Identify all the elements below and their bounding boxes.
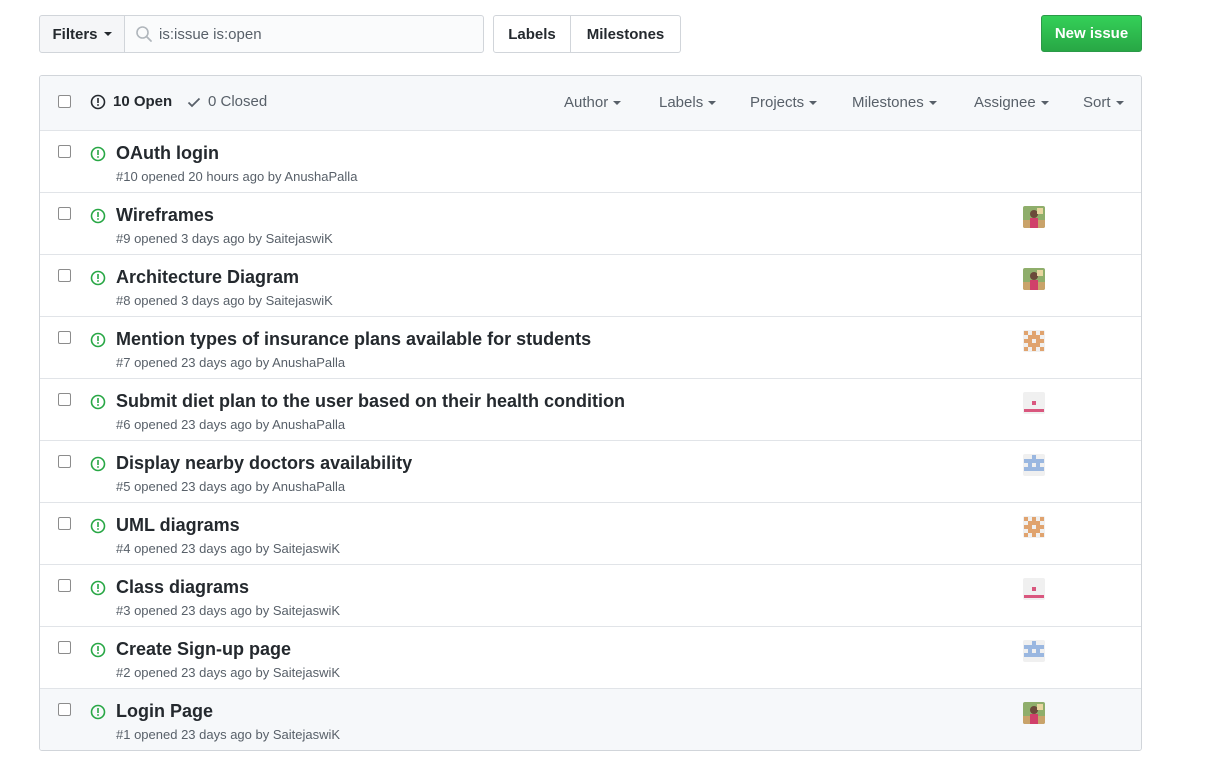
- issue-row[interactable]: Mention types of insurance plans availab…: [40, 317, 1141, 379]
- issue-meta: #10 opened 20 hours ago by AnushaPalla: [116, 169, 358, 184]
- issue-opened-icon: [90, 394, 106, 415]
- issue-title-link[interactable]: OAuth login: [116, 143, 219, 164]
- sort-menu-label: Sort: [1083, 94, 1111, 111]
- issue-meta: #2 opened 23 days ago by SaitejaswiK: [116, 665, 341, 680]
- issue-row[interactable]: UML diagrams #4 opened 23 days ago by Sai…: [40, 503, 1141, 565]
- filters-button[interactable]: Filters: [39, 15, 125, 53]
- issue-title-link[interactable]: Mention types of insurance plans availab…: [116, 329, 591, 350]
- assignee-avatar[interactable]: [1023, 330, 1045, 352]
- search-field[interactable]: [124, 15, 484, 53]
- issue-opened-icon: [90, 704, 106, 725]
- assignee-avatar[interactable]: [1023, 640, 1045, 662]
- issues-list: OAuth login #10 opened 20 hours ago by An…: [40, 131, 1141, 750]
- issue-row[interactable]: Class diagrams #3 opened 23 days ago by S…: [40, 565, 1141, 627]
- issue-meta: #9 opened 3 days ago by SaitejaswiK: [116, 231, 333, 246]
- labels-menu-label: Labels: [659, 94, 704, 111]
- chevron-down-icon: [613, 100, 622, 105]
- issue-meta: #8 opened 3 days ago by SaitejaswiK: [116, 293, 333, 308]
- issue-row[interactable]: Wireframes #9 opened 3 days ago by Saitej…: [40, 193, 1141, 255]
- issue-checkbox[interactable]: [58, 331, 71, 344]
- issue-title-link[interactable]: Create Sign-up page: [116, 639, 291, 660]
- sort-menu[interactable]: Sort: [1083, 94, 1124, 111]
- chevron-down-icon: [809, 100, 818, 105]
- issue-checkbox[interactable]: [58, 145, 71, 158]
- chevron-down-icon: [928, 100, 937, 105]
- issue-row[interactable]: OAuth login #10 opened 20 hours ago by An…: [40, 131, 1141, 193]
- issue-title-link[interactable]: Login Page: [116, 701, 213, 722]
- issue-row[interactable]: Login Page #1 opened 23 days ago by Saite…: [40, 689, 1141, 750]
- issue-title-link[interactable]: Wireframes: [116, 205, 214, 226]
- filters-label: Filters: [52, 25, 98, 43]
- chevron-down-icon: [708, 100, 717, 105]
- issue-checkbox[interactable]: [58, 641, 71, 654]
- issue-meta: #7 opened 23 days ago by AnushaPalla: [116, 355, 346, 370]
- issue-row[interactable]: Display nearby doctors availability #5 op…: [40, 441, 1141, 503]
- labels-milestones-group: Labels Milestones: [493, 15, 681, 53]
- issue-opened-icon: [90, 518, 106, 539]
- issue-checkbox[interactable]: [58, 703, 71, 716]
- labels-button[interactable]: Labels: [493, 15, 571, 53]
- issue-checkbox[interactable]: [58, 579, 71, 592]
- issue-opened-icon: [90, 270, 106, 291]
- select-all-checkbox[interactable]: [58, 95, 71, 108]
- issue-opened-icon: [90, 146, 106, 167]
- issue-row[interactable]: Architecture Diagram #8 opened 3 days ago…: [40, 255, 1141, 317]
- open-count-label: 10 Open: [113, 93, 173, 110]
- issue-title-link[interactable]: Architecture Diagram: [116, 267, 299, 288]
- issue-opened-icon: [90, 94, 106, 109]
- issue-title-link[interactable]: Submit diet plan to the user based on th…: [116, 391, 625, 412]
- issue-opened-icon: [90, 580, 106, 601]
- milestones-menu[interactable]: Milestones: [852, 94, 937, 111]
- chevron-down-icon: [1040, 100, 1049, 105]
- labels-menu[interactable]: Labels: [659, 94, 717, 111]
- issues-list-header: 10 Open 0 Closed Author Labels Projects …: [40, 76, 1141, 131]
- issue-meta: #5 opened 23 days ago by AnushaPalla: [116, 479, 346, 494]
- issue-checkbox[interactable]: [58, 393, 71, 406]
- assignee-menu-label: Assignee: [974, 94, 1036, 111]
- issue-row[interactable]: Create Sign-up page #2 opened 23 days ago…: [40, 627, 1141, 689]
- closed-count-label: 0 Closed: [208, 93, 268, 110]
- issue-opened-icon: [90, 456, 106, 477]
- assignee-avatar[interactable]: [1023, 578, 1045, 600]
- assignee-avatar[interactable]: [1023, 268, 1045, 290]
- issue-meta: #4 opened 23 days ago by SaitejaswiK: [116, 541, 341, 556]
- closed-issues-filter[interactable]: 0 Closed: [186, 93, 267, 110]
- issue-checkbox[interactable]: [58, 207, 71, 220]
- projects-menu[interactable]: Projects: [750, 94, 818, 111]
- assignee-avatar[interactable]: [1023, 454, 1045, 476]
- chevron-down-icon: [1115, 100, 1124, 105]
- open-issues-filter[interactable]: 10 Open: [90, 93, 172, 110]
- projects-menu-label: Projects: [750, 94, 805, 111]
- assignee-avatar[interactable]: [1023, 206, 1045, 228]
- assignee-avatar[interactable]: [1023, 392, 1045, 414]
- search-input[interactable]: [159, 25, 479, 43]
- issue-title-link[interactable]: Class diagrams: [116, 577, 249, 598]
- issue-row[interactable]: Submit diet plan to the user based on th…: [40, 379, 1141, 441]
- issue-meta: #1 opened 23 days ago by SaitejaswiK: [116, 727, 341, 742]
- issue-opened-icon: [90, 332, 106, 353]
- issue-meta: #3 opened 23 days ago by SaitejaswiK: [116, 603, 341, 618]
- check-icon: [187, 97, 201, 107]
- issue-meta: #6 opened 23 days ago by AnushaPalla: [116, 417, 346, 432]
- author-menu-label: Author: [564, 94, 609, 111]
- milestones-button[interactable]: Milestones: [571, 15, 681, 53]
- chevron-down-icon: [103, 32, 112, 36]
- issue-checkbox[interactable]: [58, 269, 71, 282]
- author-menu[interactable]: Author: [564, 94, 622, 111]
- issue-checkbox[interactable]: [58, 517, 71, 530]
- assignee-menu[interactable]: Assignee: [974, 94, 1049, 111]
- new-issue-button[interactable]: New issue: [1041, 15, 1142, 52]
- search-icon: [136, 26, 152, 42]
- assignee-avatar[interactable]: [1023, 516, 1045, 538]
- issue-title-link[interactable]: UML diagrams: [116, 515, 240, 536]
- issue-opened-icon: [90, 208, 106, 229]
- issue-title-link[interactable]: Display nearby doctors availability: [116, 453, 412, 474]
- issue-opened-icon: [90, 642, 106, 663]
- assignee-avatar[interactable]: [1023, 702, 1045, 724]
- issue-checkbox[interactable]: [58, 455, 71, 468]
- issues-list-box: 10 Open 0 Closed Author Labels Projects …: [39, 75, 1142, 751]
- milestones-menu-label: Milestones: [852, 94, 924, 111]
